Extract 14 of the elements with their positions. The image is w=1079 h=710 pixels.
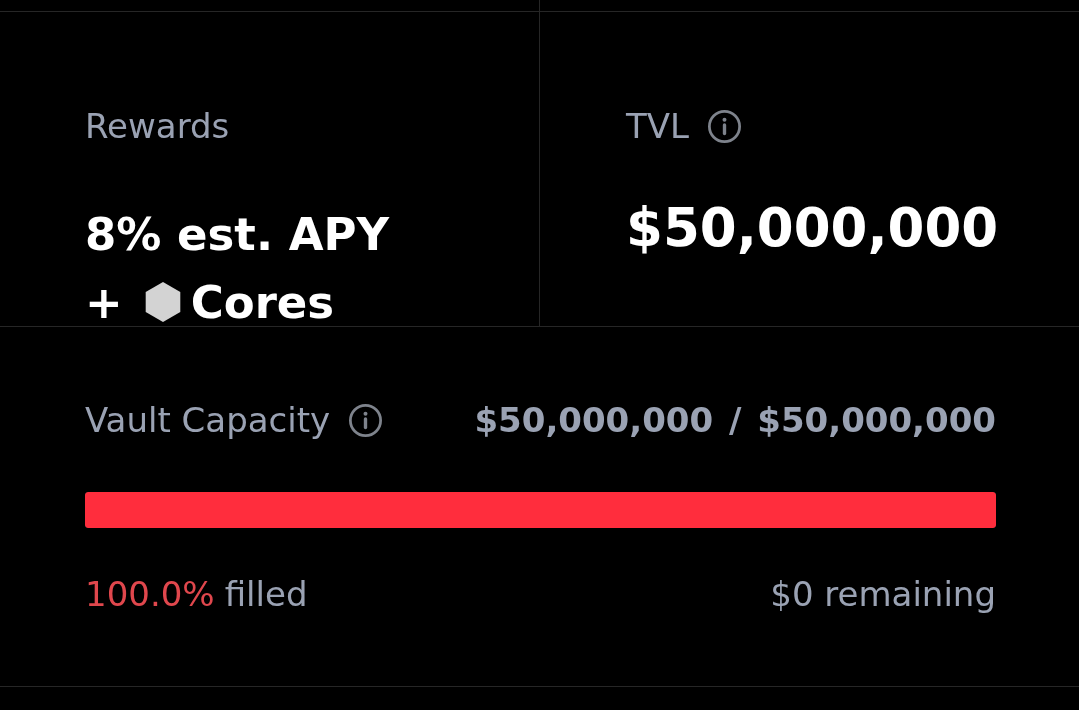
remaining-amount: $0 remaining <box>770 573 996 615</box>
apy-text: 8% est. APY <box>85 211 390 257</box>
token-name: Cores <box>190 279 335 325</box>
stat-label: TVL <box>626 106 689 147</box>
plus-sign: + <box>85 279 123 325</box>
info-icon[interactable] <box>708 109 741 143</box>
fill-percent: 100.0% <box>85 573 215 615</box>
fill-suffix: filled <box>224 573 308 615</box>
capacity-label: Vault Capacity <box>85 400 331 441</box>
hexagon-icon <box>144 282 181 323</box>
capacity-amount: $50,000,000 / $50,000,000 <box>474 400 996 441</box>
stat-label: Rewards <box>85 106 230 147</box>
stat-value: $50,000,000 <box>626 200 999 254</box>
info-icon[interactable] <box>349 403 383 437</box>
